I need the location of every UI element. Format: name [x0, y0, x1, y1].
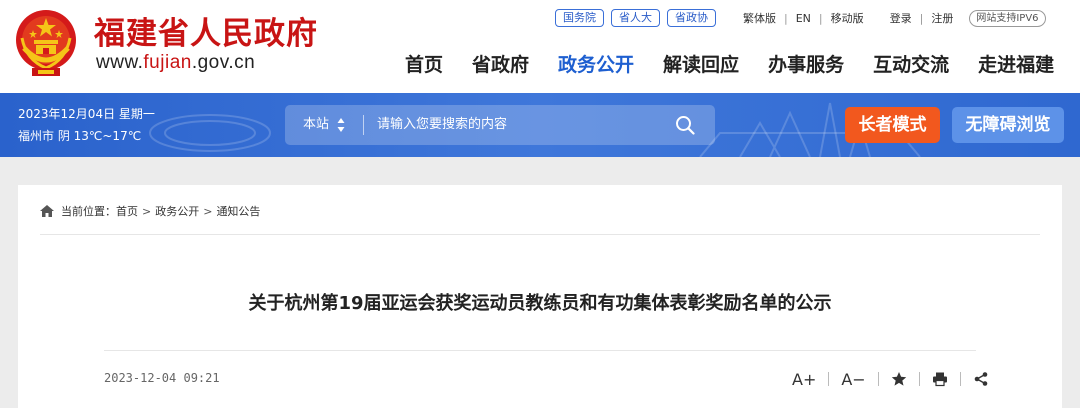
separator [918, 372, 920, 386]
nav-gov-affairs[interactable]: 政务公开 [558, 50, 634, 77]
national-emblem-icon [16, 10, 76, 76]
search-bar-strip: 2023年12月04日 星期一 福州市 阴 13℃~17℃ 本站 请输入您要搜索… [0, 93, 1080, 157]
url-highlight: fujian [143, 52, 192, 73]
accessibility-button[interactable]: 无障碍浏览 [952, 107, 1064, 143]
nav-services[interactable]: 办事服务 [768, 50, 844, 77]
register-link[interactable]: 注册 [931, 10, 953, 26]
pill-cppcc[interactable]: 省政协 [667, 9, 716, 27]
divider [40, 234, 1040, 235]
sort-arrow-icon[interactable] [337, 117, 345, 133]
nav-interpretation[interactable]: 解读回应 [663, 50, 739, 77]
mobile-link[interactable]: 移动版 [831, 10, 864, 26]
separator [877, 372, 879, 386]
pill-state-council[interactable]: 国务院 [555, 9, 604, 27]
traditional-link[interactable]: 繁体版 [743, 10, 776, 26]
account-links: 登录 | 注册 [890, 10, 954, 26]
breadcrumb-home[interactable]: 首页 [116, 203, 138, 219]
search-box: 本站 请输入您要搜索的内容 [285, 105, 715, 145]
url-suffix: .gov.cn [191, 52, 256, 73]
star-icon[interactable] [891, 371, 907, 387]
elder-mode-button[interactable]: 长者模式 [845, 107, 940, 143]
site-name[interactable]: 福建省人民政府 [94, 8, 318, 53]
site-url: www.fujian.gov.cn [96, 52, 255, 74]
separator [959, 372, 961, 386]
breadcrumb-notices[interactable]: 通知公告 [216, 203, 260, 219]
current-date: 2023年12月04日 星期一 [18, 107, 155, 121]
home-icon [40, 205, 54, 217]
breadcrumb-separator: > [142, 204, 152, 218]
article-tools: A+ A− [792, 368, 989, 390]
login-link[interactable]: 登录 [890, 10, 912, 26]
search-input[interactable]: 请输入您要搜索的内容 [377, 105, 507, 145]
article-card: 当前位置： 首页 > 政务公开 > 通知公告 关于杭州第19届亚运会获奖运动员教… [18, 185, 1062, 408]
separator [828, 372, 830, 386]
breadcrumb-separator: > [203, 204, 213, 218]
print-icon[interactable] [932, 371, 948, 387]
search-divider [363, 115, 364, 135]
breadcrumb-prefix: 当前位置： [61, 205, 116, 218]
version-links: 繁体版 | EN | 移动版 [743, 10, 864, 26]
separator: | [784, 11, 788, 25]
article-title: 关于杭州第19届亚运会获奖运动员教练员和有功集体表彰奖励名单的公示 [248, 293, 832, 314]
font-increase-button[interactable]: A+ [792, 370, 816, 389]
search-icon[interactable] [675, 115, 695, 135]
pill-npc[interactable]: 省人大 [611, 9, 660, 27]
divider [104, 350, 976, 351]
breadcrumb-gov-affairs[interactable]: 政务公开 [155, 203, 199, 219]
nav-home[interactable]: 首页 [405, 50, 443, 77]
separator: | [818, 11, 823, 25]
ipv6-badge: 网站支持IPV6 [969, 9, 1046, 27]
nav-provincial-gov[interactable]: 省政府 [472, 50, 529, 77]
nav-about-fujian[interactable]: 走进福建 [978, 50, 1054, 77]
search-scope-select[interactable]: 本站 [303, 105, 329, 145]
breadcrumb: 当前位置： 首页 > 政务公开 > 通知公告 [40, 203, 260, 219]
nav-interaction[interactable]: 互动交流 [873, 50, 949, 77]
english-link[interactable]: EN [796, 12, 811, 25]
url-prefix: www. [96, 52, 144, 73]
top-links: 国务院 省人大 省政协 繁体版 | EN | 移动版 登录 | 注册 网站支持I… [555, 9, 1046, 27]
font-decrease-button[interactable]: A− [841, 370, 865, 389]
weather: 福州市 阴 13℃~17℃ [18, 129, 142, 143]
share-icon[interactable] [973, 371, 989, 387]
site-header: 福建省人民政府 www.fujian.gov.cn 国务院 省人大 省政协 繁体… [0, 0, 1080, 93]
main-nav: 首页 省政府 政务公开 解读回应 办事服务 互动交流 走进福建 [405, 50, 1054, 77]
publish-date: 2023-12-04 09:21 [104, 371, 220, 385]
separator: | [919, 11, 924, 25]
